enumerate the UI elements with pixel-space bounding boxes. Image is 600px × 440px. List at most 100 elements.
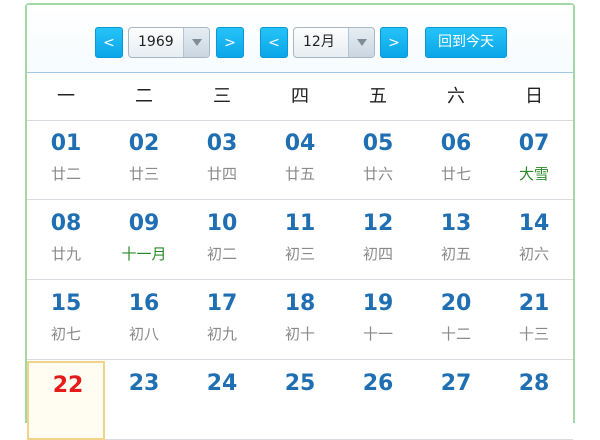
day-number: 13 xyxy=(440,211,472,236)
day-number: 03 xyxy=(206,131,238,156)
day-cell[interactable]: 16 初八 xyxy=(105,281,183,360)
day-number: 14 xyxy=(518,211,550,236)
day-cell[interactable]: 05 廿六 xyxy=(339,121,417,200)
day-cell[interactable]: 27 xyxy=(417,361,495,440)
calendar-week-row: 15 初七 16 初八 17 初九 18 初十 19 十一 20 十二 21 十三 xyxy=(27,281,573,360)
year-select-value: 1969 xyxy=(138,34,174,50)
day-number: 06 xyxy=(440,131,472,156)
day-cell[interactable]: 07 大雪 xyxy=(495,121,573,200)
lunar-date: 廿九 xyxy=(50,245,81,263)
day-number: 17 xyxy=(206,291,238,316)
day-number: 24 xyxy=(206,371,238,396)
lunar-date: 初三 xyxy=(284,245,315,263)
day-number: 20 xyxy=(440,291,472,316)
day-number: 05 xyxy=(362,131,394,156)
day-cell[interactable]: 21 十三 xyxy=(495,281,573,360)
day-cell[interactable]: 26 xyxy=(339,361,417,440)
day-cell[interactable]: 19 十一 xyxy=(339,281,417,360)
next-month-button[interactable]: > xyxy=(380,27,408,58)
day-cell[interactable]: 23 xyxy=(105,361,183,440)
day-number: 21 xyxy=(518,291,550,316)
lunar-date: 廿二 xyxy=(50,165,81,183)
prev-year-button[interactable]: < xyxy=(95,27,123,58)
prev-month-button[interactable]: < xyxy=(260,27,288,58)
solar-term-label: 大雪 xyxy=(518,165,549,183)
day-cell[interactable]: 12 初四 xyxy=(339,201,417,280)
chevron-down-icon xyxy=(183,28,209,57)
day-number: 28 xyxy=(518,371,550,396)
day-cell[interactable]: 11 初三 xyxy=(261,201,339,280)
day-cell[interactable]: 14 初六 xyxy=(495,201,573,280)
lunar-date: 初十 xyxy=(284,325,315,343)
day-number: 27 xyxy=(440,371,472,396)
day-number: 22 xyxy=(52,373,84,398)
lunar-date: 廿五 xyxy=(284,165,315,183)
weekday-label: 日 xyxy=(525,86,543,107)
day-number: 07 xyxy=(518,131,550,156)
calendar-week-row: 08 廿九 09 十一月 10 初二 11 初三 12 初四 13 初五 14 初六 xyxy=(27,201,573,280)
day-number: 16 xyxy=(128,291,160,316)
day-cell[interactable]: 08 廿九 xyxy=(27,201,105,280)
day-cell[interactable]: 24 xyxy=(183,361,261,440)
lunar-date: 初二 xyxy=(206,245,237,263)
back-to-today-button[interactable]: 回到今天 xyxy=(425,27,507,58)
day-number: 25 xyxy=(284,371,316,396)
lunar-date: 初七 xyxy=(50,325,81,343)
lunar-date: 廿七 xyxy=(440,165,471,183)
day-cell[interactable]: 15 初七 xyxy=(27,281,105,360)
lunar-date: 十二 xyxy=(440,325,471,343)
day-number: 23 xyxy=(128,371,160,396)
day-cell[interactable]: 01 廿二 xyxy=(27,121,105,200)
day-cell[interactable]: 10 初二 xyxy=(183,201,261,280)
day-cell[interactable]: 06 廿七 xyxy=(417,121,495,200)
day-cell[interactable]: 17 初九 xyxy=(183,281,261,360)
lunar-date: 廿四 xyxy=(206,165,237,183)
weekday-label: 四 xyxy=(291,86,309,107)
lunar-date: 十三 xyxy=(518,325,549,343)
chevron-down-icon xyxy=(348,28,374,57)
day-cell[interactable]: 02 廿三 xyxy=(105,121,183,200)
lunar-date: 初六 xyxy=(518,245,549,263)
day-cell[interactable]: 13 初五 xyxy=(417,201,495,280)
day-number: 12 xyxy=(362,211,394,236)
day-number: 10 xyxy=(206,211,238,236)
calendar-week-row: 01 廿二 02 廿三 03 廿四 04 廿五 05 廿六 06 廿七 07 大雪 xyxy=(27,121,573,200)
day-number: 09 xyxy=(128,211,160,236)
year-select[interactable]: 1969 xyxy=(128,27,210,58)
lunar-date: 初四 xyxy=(362,245,393,263)
day-number: 19 xyxy=(362,291,394,316)
lunar-date: 初五 xyxy=(440,245,471,263)
lunar-date: 初九 xyxy=(206,325,237,343)
day-number: 04 xyxy=(284,131,316,156)
weekday-label: 二 xyxy=(135,86,153,107)
weekday-label: 五 xyxy=(369,86,387,107)
day-cell[interactable]: 04 廿五 xyxy=(261,121,339,200)
day-cell[interactable]: 18 初十 xyxy=(261,281,339,360)
calendar: < 1969 > < 12月 > 回到今天 一 二 三 四 五 六 日 01 廿二… xyxy=(25,3,575,440)
weekday-header: 一 二 三 四 五 六 日 xyxy=(27,73,573,121)
day-number: 26 xyxy=(362,371,394,396)
day-number: 01 xyxy=(50,131,82,156)
weekday-label: 三 xyxy=(213,86,231,107)
day-number: 08 xyxy=(50,211,82,236)
weekday-label: 一 xyxy=(57,86,75,107)
day-cell[interactable]: 28 xyxy=(495,361,573,440)
next-year-button[interactable]: > xyxy=(216,27,244,58)
lunar-date: 十一 xyxy=(362,325,393,343)
month-select[interactable]: 12月 xyxy=(293,27,375,58)
calendar-toolbar: < 1969 > < 12月 > 回到今天 xyxy=(27,5,573,73)
day-number: 02 xyxy=(128,131,160,156)
day-number: 18 xyxy=(284,291,316,316)
lunar-month-label: 十一月 xyxy=(121,245,167,263)
day-cell[interactable]: 09 十一月 xyxy=(105,201,183,280)
weekday-label: 六 xyxy=(447,86,465,107)
lunar-date: 初八 xyxy=(128,325,159,343)
day-cell[interactable]: 20 十二 xyxy=(417,281,495,360)
day-number: 11 xyxy=(284,211,316,236)
day-cell[interactable]: 03 廿四 xyxy=(183,121,261,200)
day-cell[interactable]: 25 xyxy=(261,361,339,440)
day-cell-today[interactable]: 22 xyxy=(27,361,105,440)
lunar-date: 廿三 xyxy=(128,165,159,183)
day-number: 15 xyxy=(50,291,82,316)
lunar-date: 廿六 xyxy=(362,165,393,183)
